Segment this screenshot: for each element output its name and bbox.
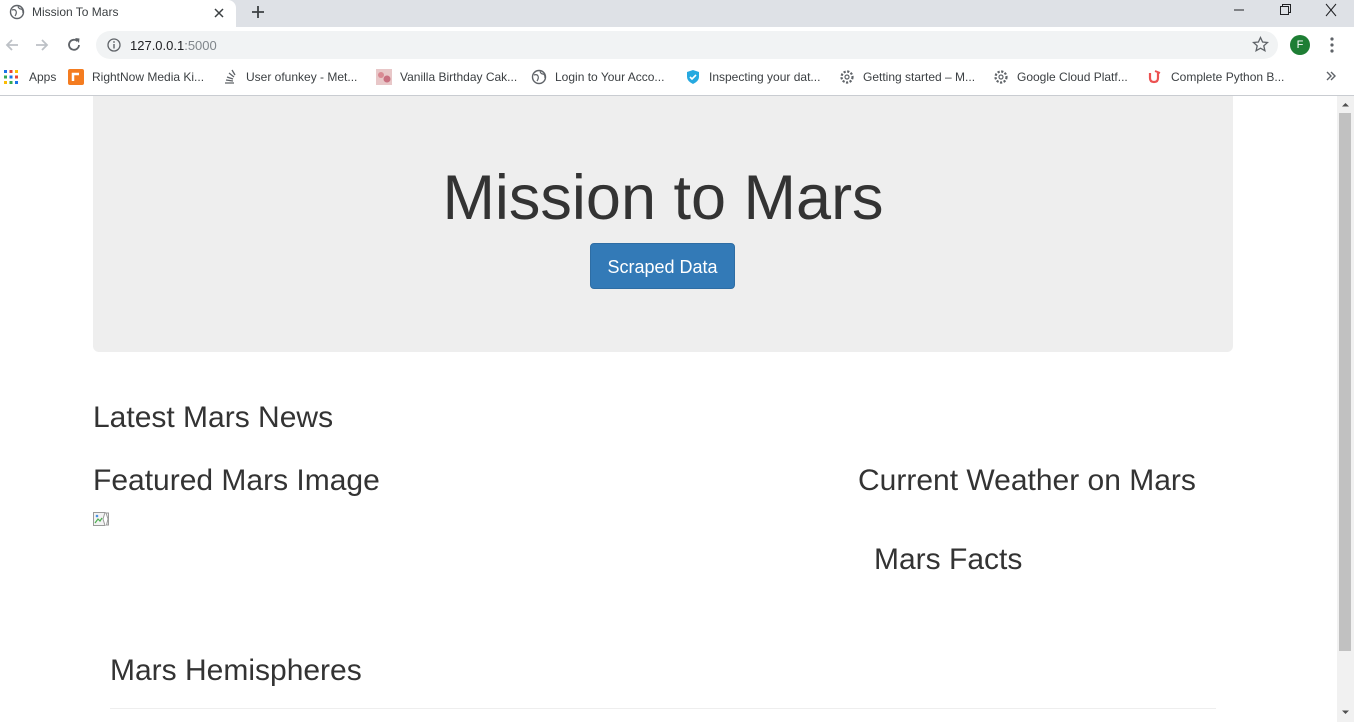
bookmark-label: Complete Python B... bbox=[1171, 69, 1285, 84]
mars-facts-heading: Mars Facts bbox=[874, 543, 1023, 576]
bookmark-label: Google Cloud Platf... bbox=[1017, 69, 1128, 84]
reload-icon[interactable] bbox=[65, 36, 83, 54]
restore-icon bbox=[1280, 4, 1291, 15]
globe-icon bbox=[531, 69, 547, 84]
section-divider bbox=[110, 708, 1216, 709]
udemy-icon bbox=[1148, 69, 1161, 83]
bookmark-label: Getting started – M... bbox=[863, 69, 976, 84]
gear-icon bbox=[840, 69, 854, 84]
tab-title: Mission To Mars bbox=[32, 5, 119, 19]
info-icon[interactable] bbox=[107, 38, 121, 52]
scroll-up-arrow-icon[interactable] bbox=[1341, 100, 1350, 109]
vertical-scrollbar[interactable] bbox=[1337, 96, 1354, 722]
minimize-button[interactable] bbox=[1216, 0, 1262, 20]
close-icon bbox=[1325, 3, 1337, 17]
browser-toolbar: 127.0.0.1:5000 F bbox=[0, 27, 1354, 63]
bookmark-apps[interactable]: Apps bbox=[3, 68, 56, 85]
weather-heading: Current Weather on Mars bbox=[858, 464, 1196, 497]
restore-button[interactable] bbox=[1262, 0, 1308, 20]
bookmark-getting-started[interactable]: Getting started – M... bbox=[839, 68, 975, 85]
tab-strip: Mission To Mars bbox=[0, 0, 1354, 27]
page-title: Mission to Mars bbox=[442, 163, 884, 233]
url-text: 127.0.0.1:5000 bbox=[130, 38, 217, 53]
featured-image-heading: Featured Mars Image bbox=[93, 464, 380, 497]
hemispheres-heading: Mars Hemispheres bbox=[110, 654, 362, 687]
minimize-icon bbox=[1234, 9, 1244, 11]
jumbotron: Mission to Mars Scraped Data bbox=[93, 96, 1233, 352]
more-bookmarks-icon[interactable] bbox=[1325, 70, 1337, 82]
page-viewport: Mission to Mars Scraped Data Latest Mars… bbox=[0, 96, 1337, 722]
bookmarks-bar: Apps RightNow Media Ki... User ofunkey -… bbox=[0, 63, 1354, 90]
bookmark-cake[interactable]: Vanilla Birthday Cak... bbox=[376, 68, 517, 85]
bookmark-label: RightNow Media Ki... bbox=[92, 69, 205, 84]
rightnow-media-icon bbox=[68, 68, 84, 85]
globe-icon bbox=[9, 4, 25, 20]
stackexchange-icon bbox=[225, 69, 236, 84]
bookmark-label: Login to Your Acco... bbox=[555, 69, 665, 84]
scroll-down-arrow-icon[interactable] bbox=[1341, 708, 1350, 717]
bookmark-meta[interactable]: User ofunkey - Met... bbox=[222, 68, 357, 85]
bookmark-label: Apps bbox=[29, 69, 57, 84]
broken-image-icon bbox=[93, 512, 109, 526]
bookmark-label: Vanilla Birthday Cak... bbox=[400, 69, 518, 84]
bookmark-login[interactable]: Login to Your Acco... bbox=[531, 68, 664, 85]
bookmark-python[interactable]: Complete Python B... bbox=[1147, 68, 1284, 85]
bookmark-google-cloud[interactable]: Google Cloud Platf... bbox=[993, 68, 1128, 85]
bookmark-star-icon[interactable] bbox=[1252, 36, 1269, 53]
more-options-icon[interactable] bbox=[1326, 36, 1338, 54]
bookmark-label: Inspecting your dat... bbox=[709, 69, 821, 84]
scrollbar-thumb[interactable] bbox=[1339, 113, 1351, 651]
back-arrow-icon[interactable] bbox=[3, 36, 21, 54]
new-tab-icon[interactable] bbox=[249, 3, 267, 21]
scrape-button[interactable]: Scraped Data bbox=[590, 243, 735, 289]
apps-grid-icon bbox=[4, 69, 18, 84]
address-bar[interactable]: 127.0.0.1:5000 bbox=[96, 31, 1278, 59]
bookmark-rightnow[interactable]: RightNow Media Ki... bbox=[68, 68, 204, 85]
profile-avatar[interactable]: F bbox=[1290, 35, 1310, 55]
gear-icon bbox=[994, 69, 1008, 84]
bookmark-label: User ofunkey - Met... bbox=[246, 69, 358, 84]
browser-tab[interactable]: Mission To Mars bbox=[0, 0, 236, 27]
forward-arrow-icon[interactable] bbox=[33, 36, 51, 54]
close-window-button[interactable] bbox=[1308, 0, 1354, 20]
shield-icon bbox=[687, 69, 699, 84]
bookmark-inspecting[interactable]: Inspecting your dat... bbox=[685, 68, 820, 85]
close-tab-icon[interactable] bbox=[212, 6, 226, 20]
latest-news-heading: Latest Mars News bbox=[93, 401, 334, 434]
cake-thumbnail-icon bbox=[376, 68, 392, 85]
